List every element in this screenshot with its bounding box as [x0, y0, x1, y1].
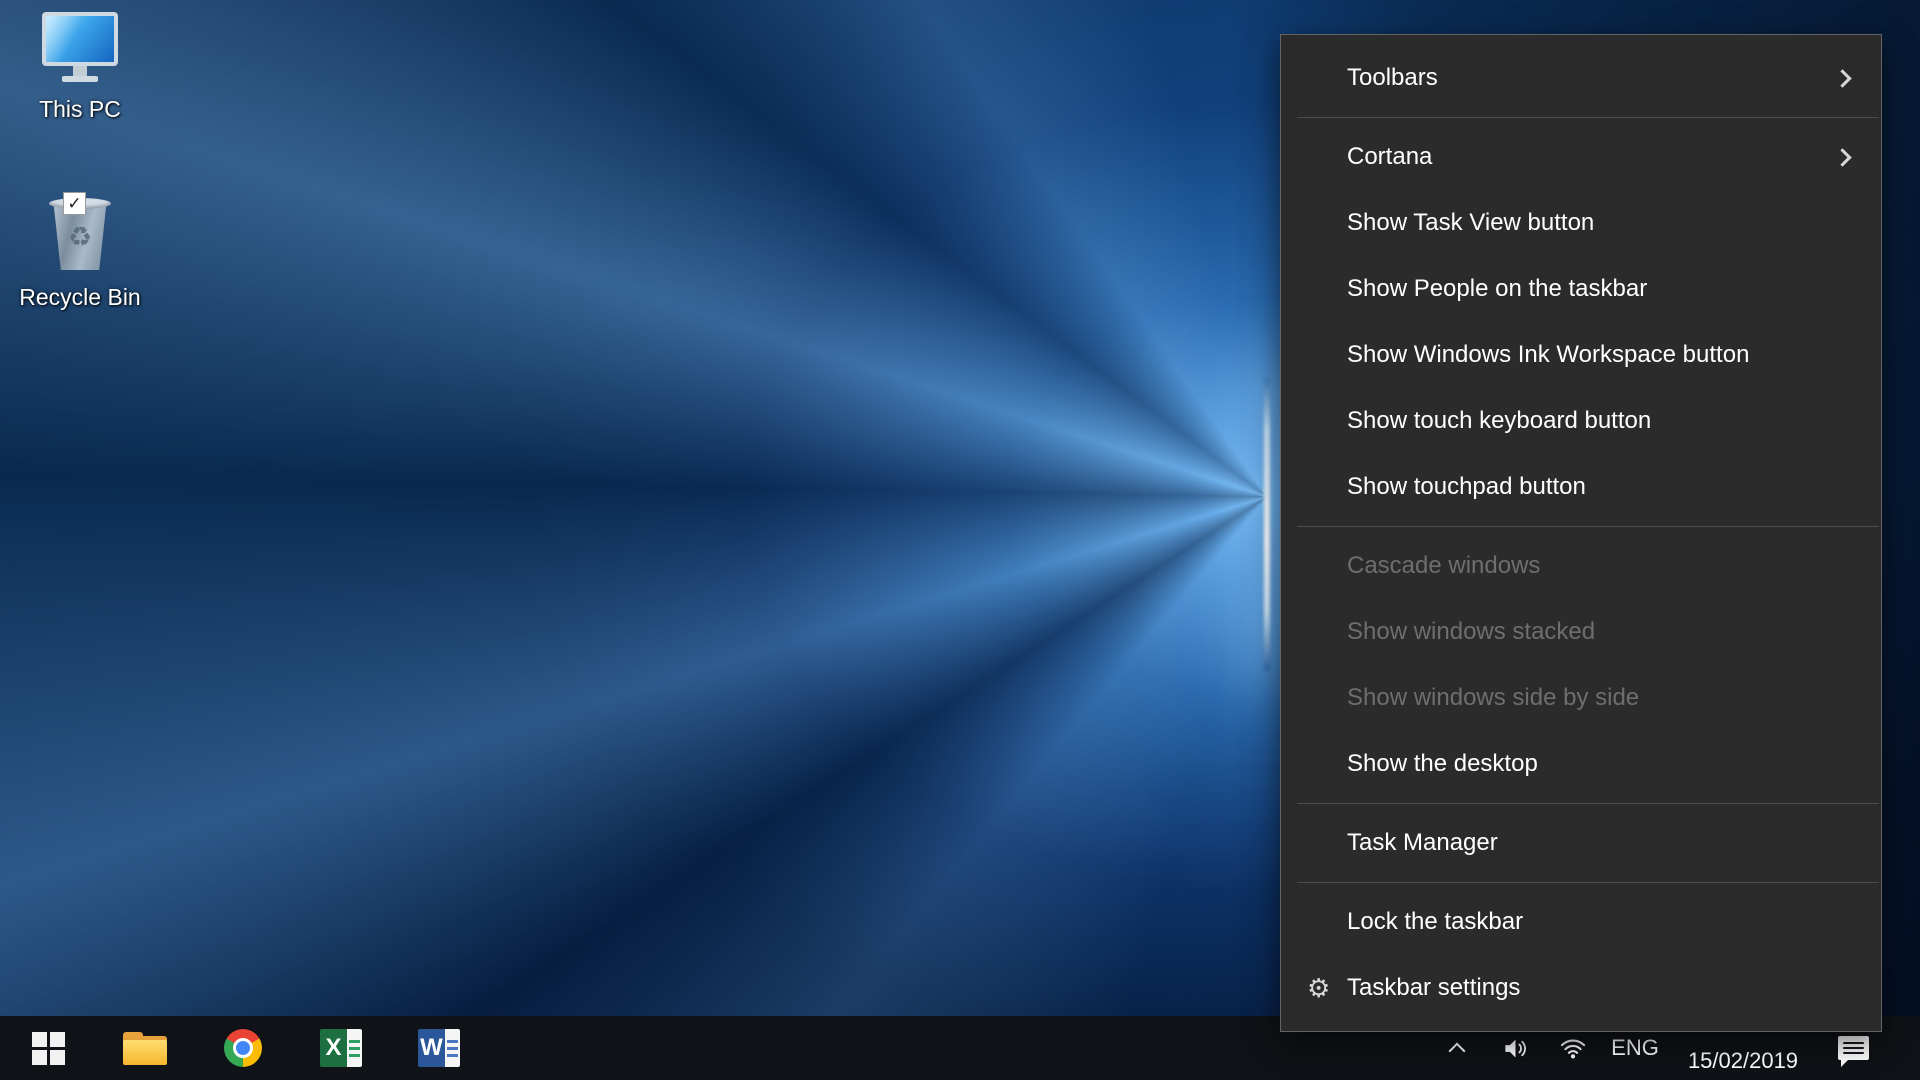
menu-separator [1297, 526, 1879, 527]
menu-item-label: Toolbars [1347, 64, 1438, 92]
taskbar-app-file-explorer[interactable] [96, 1016, 194, 1080]
monitor-base [62, 76, 98, 82]
chrome-icon [224, 1029, 262, 1067]
menu-item-show-windows-stacked: Show windows stacked [1281, 599, 1881, 665]
menu-separator [1297, 117, 1879, 118]
menu-item-label: Lock the taskbar [1347, 908, 1523, 936]
menu-item-lock-taskbar[interactable]: Lock the taskbar [1281, 889, 1881, 955]
chevron-right-icon [1833, 69, 1851, 87]
menu-item-show-touch-keyboard[interactable]: Show touch keyboard button [1281, 388, 1881, 454]
menu-item-label: Task Manager [1347, 829, 1498, 857]
language-indicator[interactable]: ENG [1602, 1035, 1668, 1061]
excel-icon: X [320, 1029, 362, 1067]
notification-icon [1838, 1036, 1869, 1060]
menu-separator [1297, 803, 1879, 804]
chevron-up-icon [1449, 1042, 1466, 1059]
recycle-bin-icon: ✓ ♻ [49, 198, 111, 278]
desktop-icon-this-pc[interactable]: This PC [14, 12, 146, 123]
menu-item-label: Show touch keyboard button [1347, 407, 1651, 435]
desktop-screen: This PC ✓ ♻ Recycle Bin Toolbars Cortana… [0, 0, 1920, 1080]
start-button[interactable] [0, 1016, 96, 1080]
menu-item-label: Show Task View button [1347, 209, 1594, 237]
this-pc-icon [42, 12, 118, 90]
file-explorer-icon [123, 1032, 167, 1065]
monitor-stand [73, 66, 87, 76]
taskbar-app-excel[interactable]: X [292, 1016, 390, 1080]
monitor-icon [42, 12, 118, 66]
taskbar-context-menu: Toolbars Cortana Show Task View button S… [1280, 34, 1882, 1032]
menu-item-cascade-windows: Cascade windows [1281, 533, 1881, 599]
word-letter: W [418, 1029, 445, 1067]
menu-item-label: Taskbar settings [1347, 974, 1520, 1002]
menu-item-label: Cortana [1347, 143, 1432, 171]
menu-item-cortana[interactable]: Cortana [1281, 124, 1881, 190]
gear-icon: ⚙ [1307, 975, 1330, 1001]
word-icon: W [418, 1029, 460, 1067]
taskbar-app-chrome[interactable] [194, 1016, 292, 1080]
desktop-icon-recycle-bin[interactable]: ✓ ♻ Recycle Bin [14, 198, 146, 311]
wallpaper-window-glow [1264, 378, 1270, 670]
menu-item-show-people[interactable]: Show People on the taskbar [1281, 256, 1881, 322]
desktop-icon-label: Recycle Bin [19, 284, 140, 311]
menu-item-label: Show windows side by side [1347, 684, 1639, 712]
chevron-right-icon [1833, 148, 1851, 166]
menu-item-show-touchpad[interactable]: Show touchpad button [1281, 454, 1881, 520]
menu-item-label: Cascade windows [1347, 552, 1540, 580]
menu-item-label: Show the desktop [1347, 750, 1538, 778]
check-icon: ✓ [67, 194, 81, 214]
menu-item-label: Show touchpad button [1347, 473, 1586, 501]
menu-separator [1297, 882, 1879, 883]
menu-item-task-manager[interactable]: Task Manager [1281, 810, 1881, 876]
menu-item-show-windows-side-by-side: Show windows side by side [1281, 665, 1881, 731]
menu-item-label: Show Windows Ink Workspace button [1347, 341, 1749, 369]
taskbar-app-word[interactable]: W [390, 1016, 488, 1080]
windows-logo-icon [32, 1032, 65, 1065]
excel-letter: X [320, 1029, 347, 1067]
desktop-icon-label: This PC [39, 96, 121, 123]
menu-item-show-ink-workspace[interactable]: Show Windows Ink Workspace button [1281, 322, 1881, 388]
document-lines [445, 1029, 460, 1067]
recycle-symbol-icon: ♻ [68, 222, 92, 253]
menu-item-show-desktop[interactable]: Show the desktop [1281, 731, 1881, 797]
menu-item-label: Show windows stacked [1347, 618, 1595, 646]
menu-item-show-task-view[interactable]: Show Task View button [1281, 190, 1881, 256]
menu-item-taskbar-settings[interactable]: ⚙ Taskbar settings [1281, 955, 1881, 1021]
wifi-icon [1559, 1034, 1587, 1062]
spreadsheet-grid [347, 1029, 362, 1067]
selection-checkbox[interactable]: ✓ [63, 192, 86, 215]
menu-item-toolbars[interactable]: Toolbars [1281, 45, 1881, 111]
taskbar-date: 15/02/2019 [1688, 1048, 1798, 1074]
menu-item-label: Show People on the taskbar [1347, 275, 1647, 303]
speaker-icon [1502, 1035, 1529, 1062]
